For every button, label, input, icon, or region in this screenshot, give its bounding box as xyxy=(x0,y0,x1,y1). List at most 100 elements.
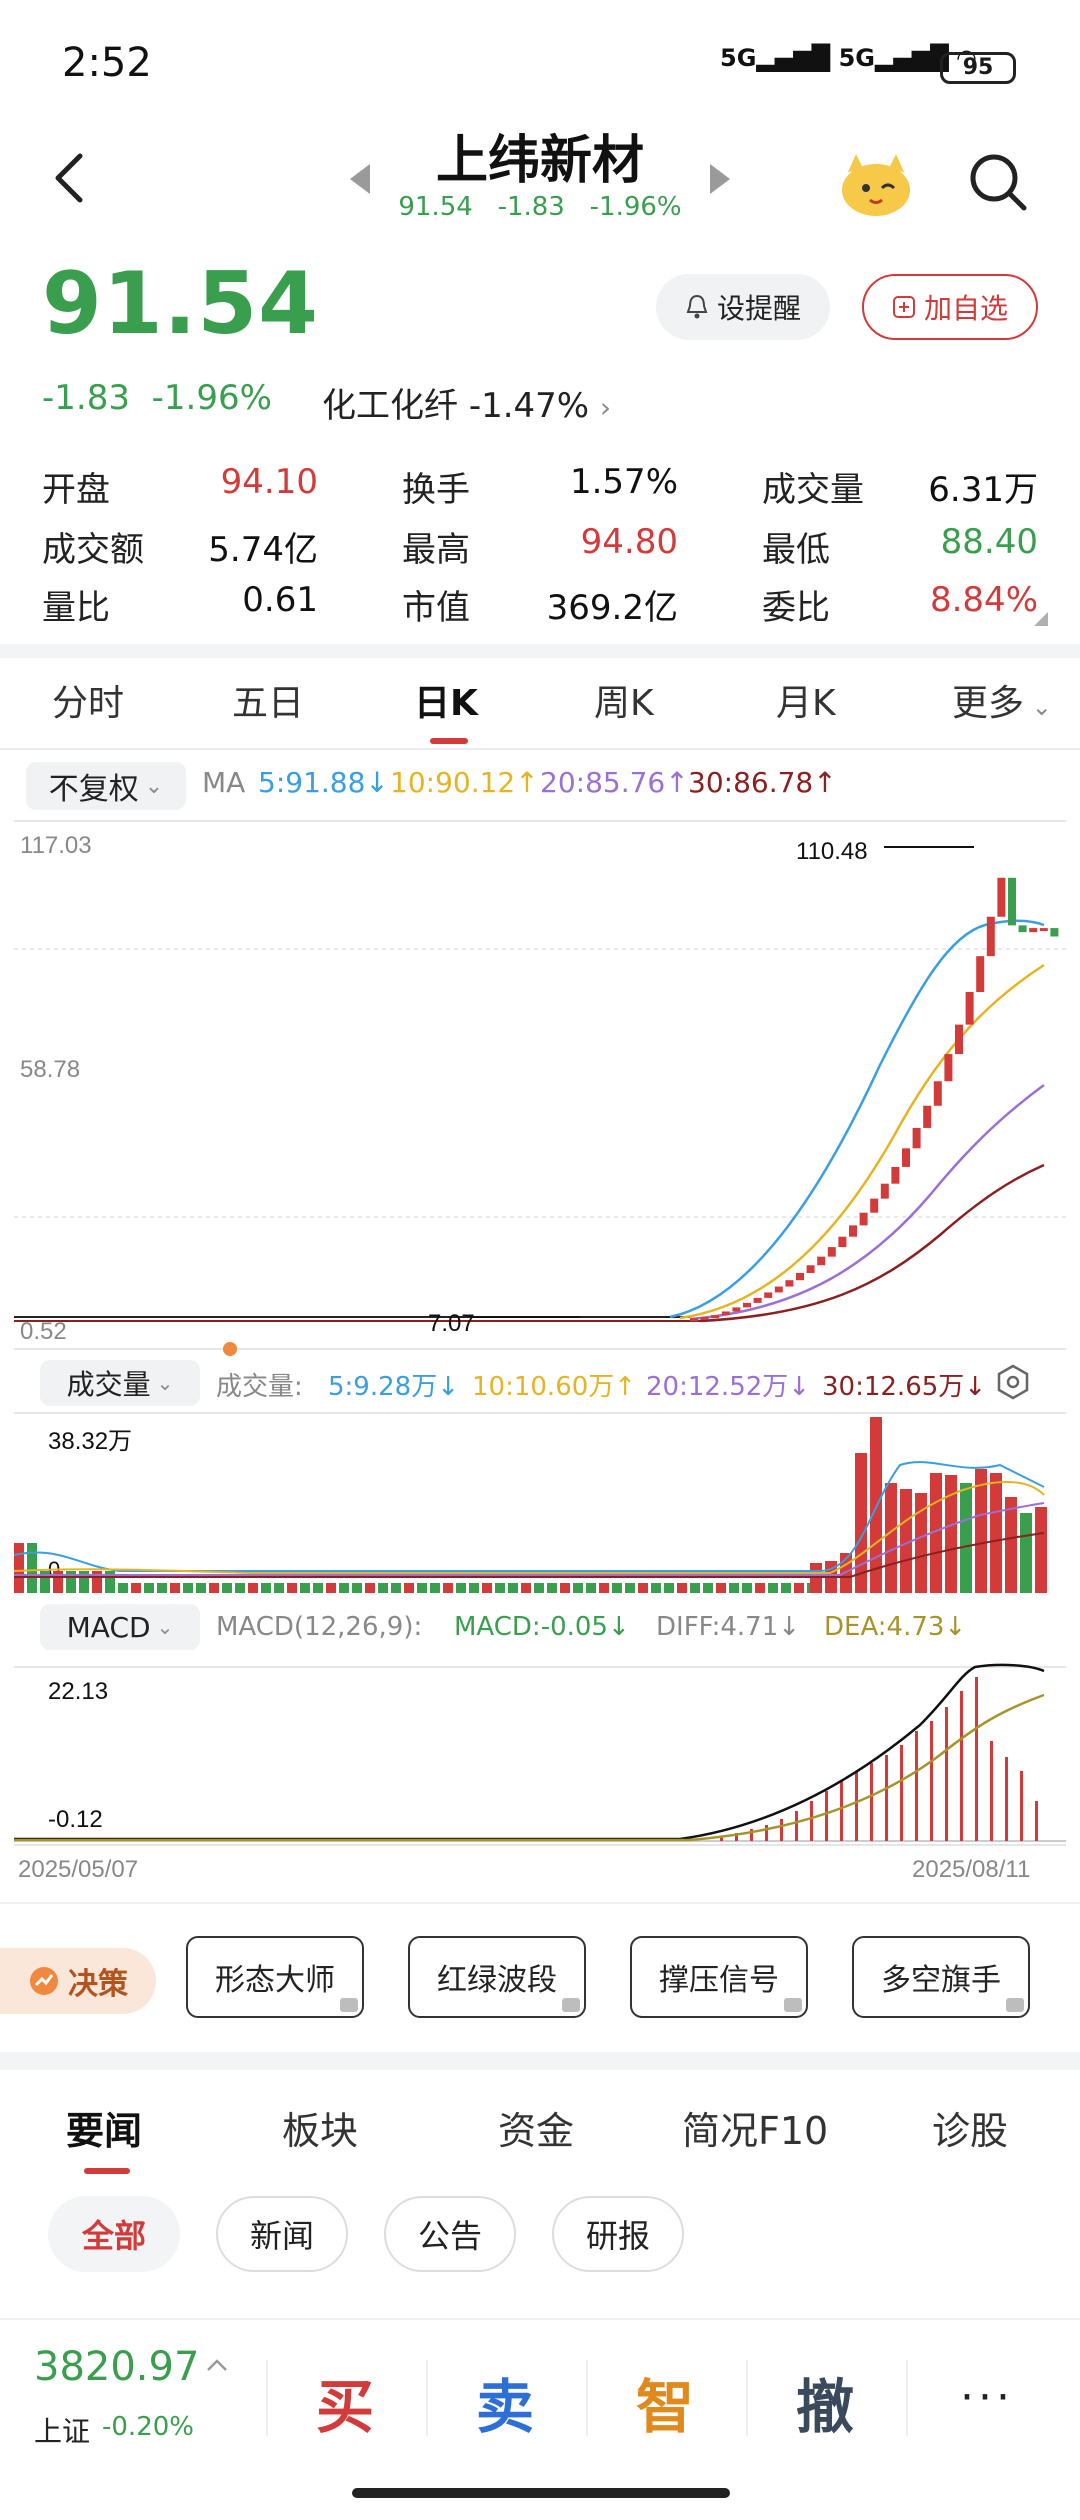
volume-bar xyxy=(975,1469,987,1593)
tab-diagnose[interactable]: 诊股 xyxy=(932,2100,1008,2155)
volume-bar xyxy=(274,1583,284,1593)
tab-f10[interactable]: 简况F10 xyxy=(682,2100,828,2155)
volume-bar xyxy=(990,1473,1002,1593)
tab-minute[interactable]: 分时 xyxy=(52,674,124,726)
volume-bar xyxy=(170,1583,180,1593)
tab-daily-k[interactable]: 日K xyxy=(414,674,478,726)
price-axis-mid: 58.78 xyxy=(20,1056,80,1083)
sell-button[interactable]: 卖 xyxy=(476,2360,534,2444)
signal-icons: 5G▂▄▆█ 5G▂▄▆█ ◠ xyxy=(720,44,976,72)
macd-bar xyxy=(810,1801,813,1841)
macd-bar xyxy=(945,1707,948,1841)
cancel-order-button[interactable]: 撤 xyxy=(796,2360,854,2444)
candle xyxy=(711,1315,720,1319)
volume-bar xyxy=(469,1583,479,1593)
volume-bar xyxy=(651,1583,661,1593)
diff-value: DIFF:4.71↓ xyxy=(656,1612,801,1642)
divider xyxy=(586,2360,588,2436)
add-watchlist-button[interactable]: 加自选 xyxy=(862,274,1038,340)
next-stock-icon[interactable] xyxy=(708,162,732,196)
volume-legend-prefix: 成交量: xyxy=(216,1372,303,1402)
price-change: -1.83 xyxy=(42,378,130,418)
more-icon[interactable]: ··· xyxy=(960,2372,1014,2423)
volume-bar xyxy=(144,1583,154,1593)
strategy-pattern-master[interactable]: 形态大师 xyxy=(186,1936,364,2018)
chip-announcement[interactable]: 公告 xyxy=(384,2196,516,2272)
candle xyxy=(944,1054,953,1082)
tab-capital[interactable]: 资金 xyxy=(498,2100,574,2155)
chip-research[interactable]: 研报 xyxy=(552,2196,684,2272)
candle xyxy=(1050,928,1059,937)
expand-corner-icon[interactable] xyxy=(1034,612,1048,626)
volume-bar xyxy=(287,1583,297,1593)
index-value[interactable]: 3820.97 xyxy=(34,2344,199,2390)
sub-pct: -1.96% xyxy=(589,192,682,222)
network-label-2: 5G xyxy=(838,44,875,72)
cursor-dot[interactable] xyxy=(223,1342,237,1356)
candle xyxy=(774,1286,783,1293)
settings-hex-icon[interactable] xyxy=(996,1364,1030,1400)
volume-bar xyxy=(300,1583,310,1593)
volume-bar xyxy=(534,1583,544,1593)
candle xyxy=(827,1247,836,1257)
mascot-icon[interactable] xyxy=(836,148,916,220)
tab-weekly-k[interactable]: 周K xyxy=(594,674,654,726)
candle xyxy=(902,1148,910,1167)
chip-news[interactable]: 新闻 xyxy=(216,2196,348,2272)
sector-name: 化工化纤 xyxy=(322,386,458,426)
price-grid xyxy=(14,948,1066,1218)
candle xyxy=(817,1256,826,1266)
candle xyxy=(965,991,974,1025)
stat-value: 0.61 xyxy=(242,580,318,620)
signal-bars-icon: ▂▄▆█ xyxy=(756,44,831,72)
macd-bar xyxy=(795,1811,798,1841)
dea-line xyxy=(14,1693,1045,1842)
kline-chart[interactable]: 117.03 58.78 0.52 7.07 110.48 38.32万 0 2… xyxy=(0,815,1080,1885)
volume-bar xyxy=(131,1583,141,1593)
macd-dropdown[interactable]: MACD ⌄ xyxy=(40,1604,200,1650)
strategy-bull-bear-flag[interactable]: 多空旗手 xyxy=(852,1936,1030,2018)
chip-all[interactable]: 全部 xyxy=(48,2196,180,2272)
strategy-red-green-band[interactable]: 红绿波段 xyxy=(408,1936,586,2018)
stat-value: 88.40 xyxy=(940,522,1038,562)
strategy-support-resistance[interactable]: 撑压信号 xyxy=(630,1936,808,2018)
macd-bar xyxy=(1035,1801,1038,1841)
volume-bar xyxy=(716,1583,726,1593)
tab-more[interactable]: 更多 ⌄ xyxy=(952,674,1052,726)
smart-button[interactable]: 智 xyxy=(636,2360,694,2444)
buy-button[interactable]: 买 xyxy=(316,2360,374,2444)
candle xyxy=(912,1127,921,1149)
macd-bar xyxy=(765,1825,768,1841)
macd-bar xyxy=(825,1791,828,1841)
back-arrow-icon[interactable] xyxy=(42,150,98,206)
stat-value: 5.74亿 xyxy=(208,530,318,570)
volume-bar xyxy=(183,1583,193,1593)
search-icon[interactable] xyxy=(966,150,1030,214)
prev-stock-icon[interactable] xyxy=(348,162,372,196)
ma30-value: 30:86.78↑ xyxy=(688,766,837,799)
tab-news-highlights[interactable]: 要闻 xyxy=(66,2100,142,2155)
macd-bar xyxy=(990,1741,993,1841)
strategy-label: 多空旗手 xyxy=(881,1963,1001,1998)
price-adjust-dropdown[interactable]: 不复权 ⌄ xyxy=(26,762,186,810)
candle xyxy=(838,1236,847,1248)
macd-bar xyxy=(915,1731,918,1841)
candle xyxy=(806,1265,815,1273)
home-indicator[interactable] xyxy=(352,2488,730,2498)
decision-tag[interactable]: 决策 xyxy=(0,1948,156,2014)
tab-five-day[interactable]: 五日 xyxy=(232,674,304,726)
volume-bars-group xyxy=(14,1417,1047,1593)
candle xyxy=(955,1024,963,1055)
set-alert-button[interactable]: 设提醒 xyxy=(656,274,830,340)
sector-link[interactable]: 化工化纤 -1.47% › xyxy=(322,378,611,427)
tab-sector[interactable]: 板块 xyxy=(282,2100,358,2155)
volume-bar xyxy=(261,1583,271,1593)
volume-dropdown[interactable]: 成交量 ⌄ xyxy=(40,1360,200,1406)
chevron-up-icon[interactable] xyxy=(206,2358,228,2372)
tab-monthly-k[interactable]: 月K xyxy=(776,674,836,726)
macd-bar xyxy=(930,1721,933,1841)
volume-bar xyxy=(612,1583,622,1593)
status-time: 2:52 xyxy=(62,40,152,86)
candle xyxy=(721,1311,730,1316)
sector-pct: -1.47% xyxy=(468,386,590,426)
